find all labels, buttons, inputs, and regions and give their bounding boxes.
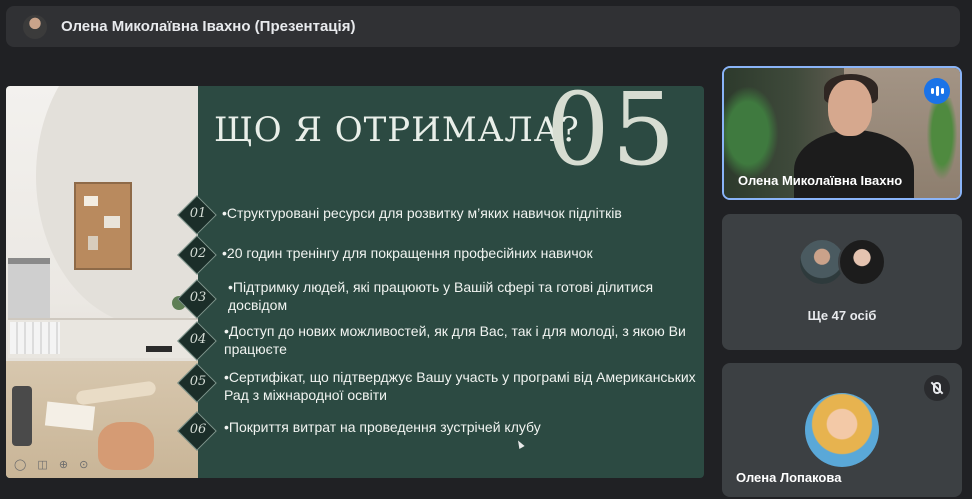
participant-avatar <box>805 393 879 467</box>
participant-tile[interactable]: Олена Лопакова <box>722 363 962 497</box>
slide-title: ЩО Я ОТРИМАЛА? <box>214 110 580 150</box>
presentation-slide[interactable]: ◯ ◫ ⊕ ⊙ ЩО Я ОТРИМАЛА? 05 01 •Структуров… <box>6 86 704 478</box>
more-participants-label: Ще 47 осіб <box>807 308 877 323</box>
diamond-number-icon: 04 <box>177 321 217 361</box>
office-photo: ◯ ◫ ⊕ ⊙ <box>6 86 198 478</box>
list-item-text: •Структуровані ресурси для розвитку м’як… <box>222 205 622 221</box>
mouse-cursor-icon <box>515 439 525 449</box>
diamond-number-icon: 01 <box>177 195 217 235</box>
diamond-number-icon: 03 <box>177 279 217 319</box>
diamond-number-icon: 02 <box>177 235 217 275</box>
presenter-title: Олена Миколаївна Івахно (Презентація) <box>61 18 356 35</box>
participant-avatar <box>838 238 886 286</box>
diamond-number-icon: 05 <box>177 363 217 403</box>
speaking-indicator-icon <box>924 78 950 104</box>
speaker-name: Олена Миколаївна Івахно <box>738 173 903 188</box>
presenter-bar[interactable]: Олена Миколаївна Івахно (Презентація) <box>6 6 960 47</box>
mic-off-icon <box>924 375 950 401</box>
list-item-text: •20 годин тренінгу для покращення профес… <box>222 245 593 261</box>
meeting-screen: Олена Миколаївна Івахно (Презентація) ◯ … <box>0 0 972 499</box>
list-item-text: •Покриття витрат на проведення зустрічей… <box>224 419 541 435</box>
other-participants-tile[interactable]: Ще 47 осіб <box>722 214 962 350</box>
diamond-number-icon: 06 <box>177 411 217 451</box>
slide-toolbar-icons[interactable]: ◯ ◫ ⊕ ⊙ <box>14 458 134 472</box>
participant-name: Олена Лопакова <box>736 470 842 485</box>
list-item-text: •Підтримку людей, які працюють у Вашій с… <box>228 279 654 313</box>
speaker-video-tile[interactable]: Олена Миколаївна Івахно <box>722 66 962 200</box>
slide-number: 05 <box>546 86 678 188</box>
presenter-avatar <box>23 14 47 39</box>
list-item-text: •Сертифікат, що підтверджує Вашу участь … <box>224 369 696 403</box>
list-item-text: •Доступ до нових можливостей, як для Вас… <box>224 323 686 357</box>
